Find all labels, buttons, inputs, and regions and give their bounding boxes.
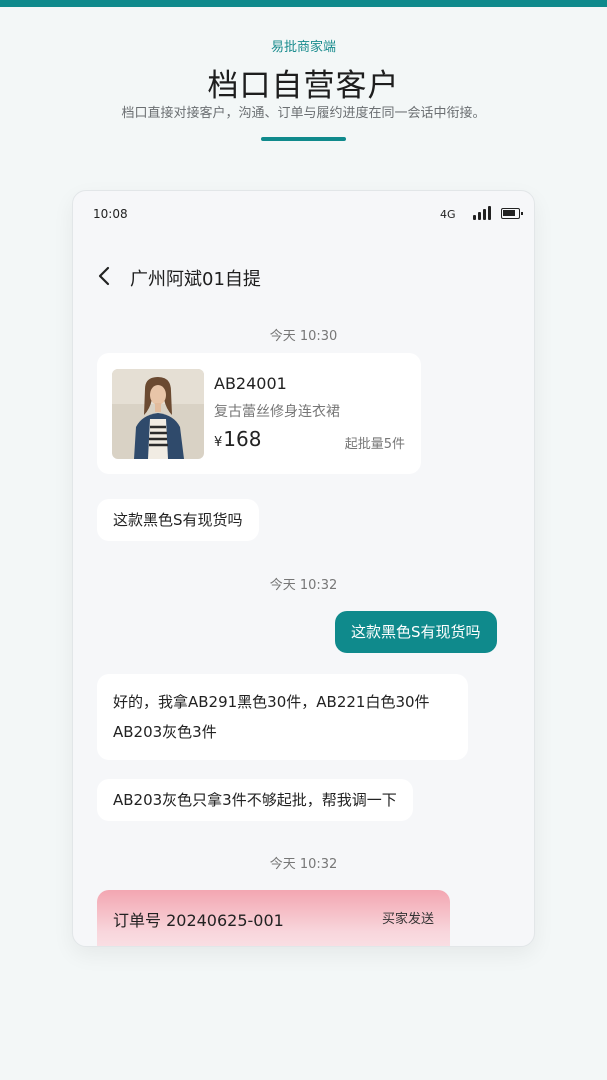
message-line: AB203灰色3件 (113, 723, 217, 741)
battery-icon (501, 208, 523, 219)
product-image (112, 369, 204, 459)
product-card[interactable]: AB24001 复古蕾丝修身连衣裙 ¥168 起批量5件 (97, 353, 421, 474)
chat-timestamp: 今天 10:32 (269, 578, 338, 593)
chat-header: 广州阿斌01自提 (73, 251, 534, 301)
message-line: 好的，我拿AB291黑色30件，AB221白色30件 (113, 693, 430, 711)
currency-symbol: ¥ (214, 435, 223, 450)
message-bubble-incoming: 这款黑色S有现货吗 (97, 499, 259, 541)
product-code: AB24001 (214, 374, 287, 393)
top-accent-bar (0, 0, 607, 7)
network-type: 4G (440, 208, 456, 221)
signal-icon (473, 206, 492, 220)
brand-label: 易批商家端 (270, 40, 336, 55)
phone-mockup: 10:08 4G 广州阿斌01自提 今天 10:30 AB24001 复古蕾丝修… (72, 190, 535, 947)
chat-timestamp: 今天 10:30 (269, 329, 338, 344)
status-bar: 10:08 4G (73, 191, 534, 237)
title-underline (261, 137, 346, 141)
product-price: ¥168 (214, 427, 261, 451)
order-sender-label: 买家发送 (381, 912, 434, 927)
page-title: 档口自营客户 (207, 68, 400, 104)
minimum-order-quantity: 起批量5件 (344, 437, 405, 452)
order-card[interactable]: 订单号 20240625-001 买家发送 (97, 890, 450, 946)
page-subtitle: 档口直接对接客户，沟通、订单与履约进度在同一会话中衔接。 (121, 106, 486, 121)
status-time: 10:08 (93, 207, 128, 221)
message-bubble-incoming: AB203灰色只拿3件不够起批，帮我调一下 (97, 779, 413, 821)
product-name: 复古蕾丝修身连衣裙 (214, 404, 340, 420)
chat-timestamp: 今天 10:32 (269, 857, 338, 872)
message-bubble-incoming: 好的，我拿AB291黑色30件，AB221白色30件 AB203灰色3件 (97, 674, 468, 760)
price-value: 168 (223, 427, 262, 451)
order-number: 订单号 20240625-001 (113, 911, 284, 930)
chat-title: 广州阿斌01自提 (130, 269, 261, 290)
chevron-left-icon[interactable] (95, 264, 115, 288)
message-bubble-outgoing: 这款黑色S有现货吗 (335, 611, 497, 653)
